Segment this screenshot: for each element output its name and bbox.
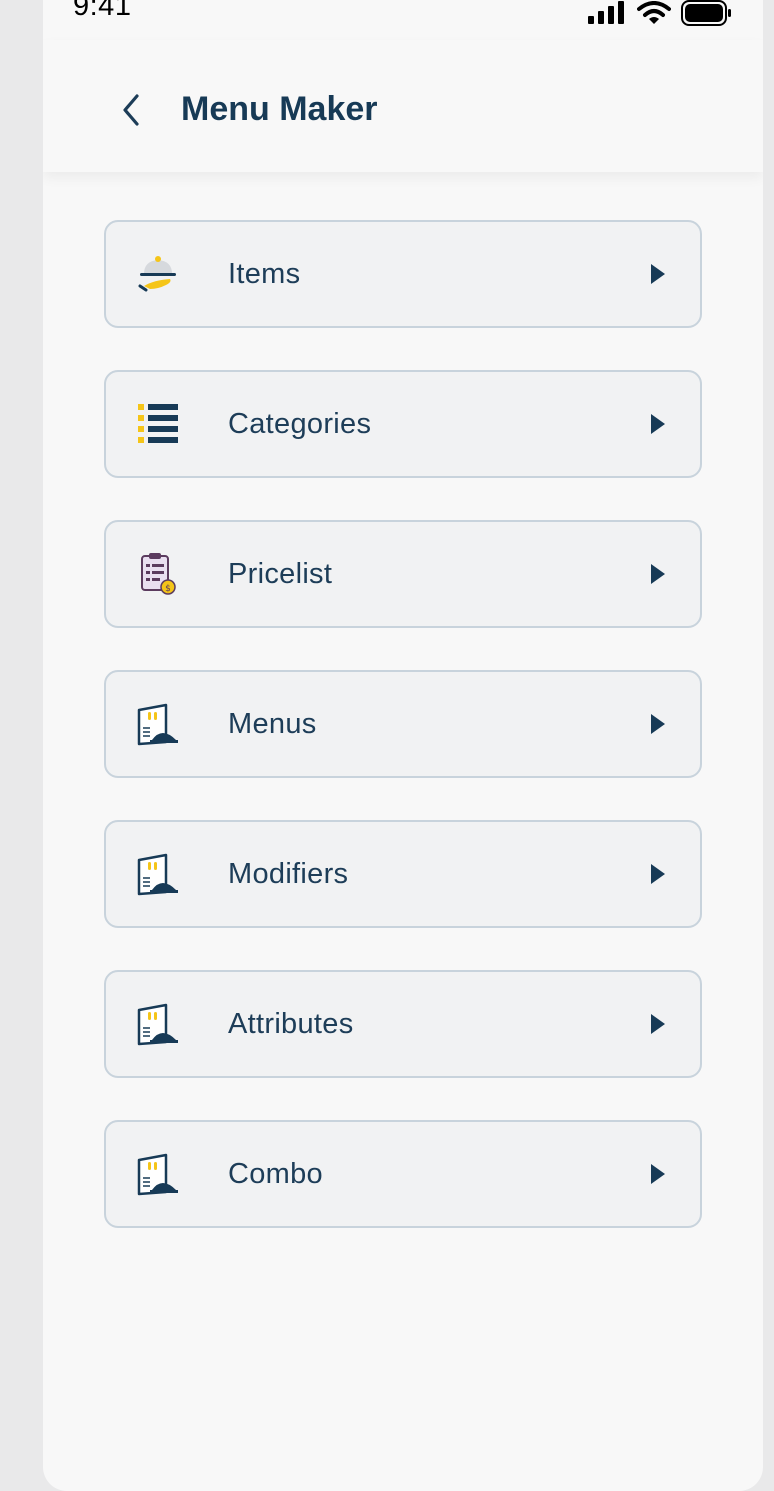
menu-row-menus[interactable]: Menus [104,670,702,778]
status-time: 9:41 [73,0,132,22]
status-bar: 9:41 [43,0,763,40]
menu-row-label: Attributes [228,1008,354,1040]
menu-row-modifiers[interactable]: Modifiers [104,820,702,928]
menu-card-icon [137,853,178,896]
list-bullets-icon [138,404,178,443]
menu-row-combo[interactable]: Combo [104,1120,702,1228]
caret-right-icon [651,714,665,734]
caret-right-icon [651,564,665,584]
svg-text:$: $ [165,584,171,594]
caret-right-icon [651,1014,665,1034]
menu-card-icon [137,703,178,746]
caret-right-icon [651,414,665,434]
battery-icon [681,0,731,26]
menu-row-label: Modifiers [228,858,349,890]
menu-card-icon [137,1153,178,1196]
menu-row-attributes[interactable]: Attributes [104,970,702,1078]
phone-screen: 9:41 Menu Maker Items Categories $ Price… [43,0,763,1491]
menu-row-categories[interactable]: Categories [104,370,702,478]
clipboard-price-icon: $ [141,553,176,595]
menu-row-items[interactable]: Items [104,220,702,328]
caret-right-icon [651,264,665,284]
app-header: Menu Maker [43,40,763,172]
chevron-left-icon[interactable] [115,92,147,128]
serving-cloche-hand-icon [138,256,176,292]
menu-row-label: Menus [228,708,317,740]
cellular-signal-icon [588,1,624,24]
wifi-icon [637,1,671,24]
page-title: Menu Maker [181,90,378,128]
menu-list: Items Categories $ Pricelist Menus Modif… [104,220,702,1270]
menu-row-label: Categories [228,408,372,440]
status-icons [587,0,733,26]
menu-row-pricelist[interactable]: $ Pricelist [104,520,702,628]
caret-right-icon [651,1164,665,1184]
menu-card-icon [137,1003,178,1046]
caret-right-icon [651,864,665,884]
menu-row-label: Items [228,258,301,290]
menu-row-label: Pricelist [228,558,333,590]
menu-row-label: Combo [228,1158,323,1190]
